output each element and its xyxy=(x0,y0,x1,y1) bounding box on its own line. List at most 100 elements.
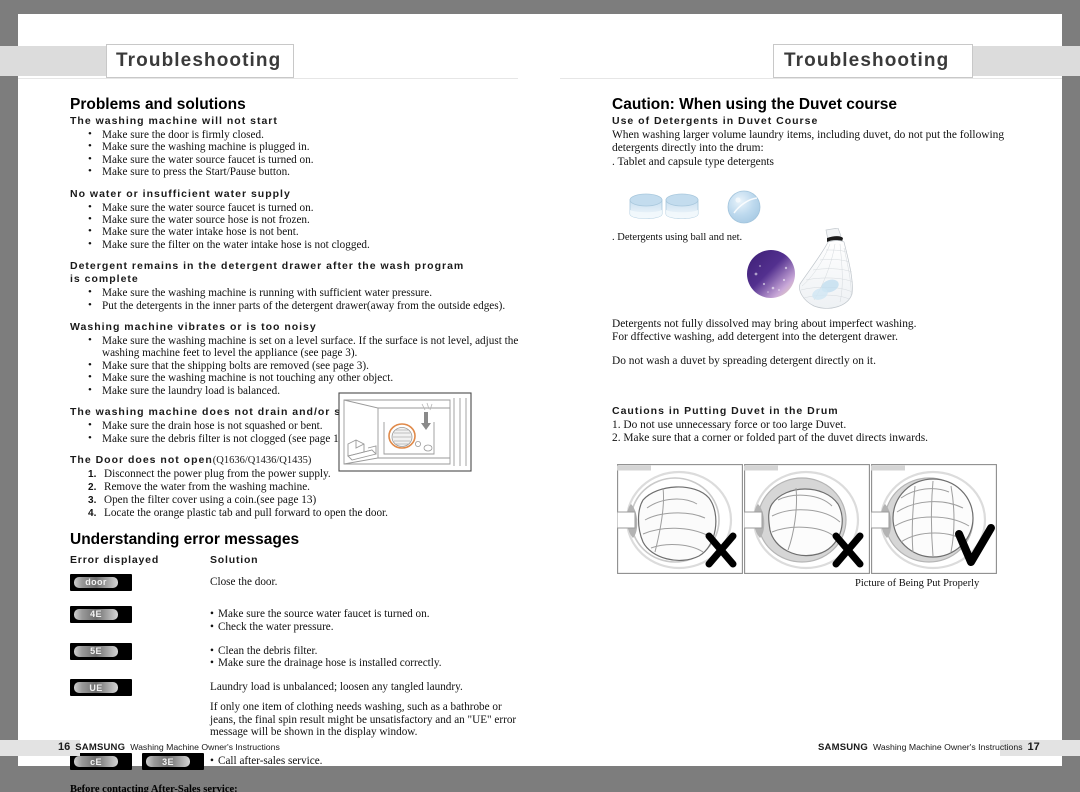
error-code-cell: door xyxy=(70,573,210,596)
solution-line: Close the door. xyxy=(210,575,278,588)
solution-cell: Laundry load is unbalanced; loosen any t… xyxy=(210,679,520,739)
drum-item-1: 1. Do not use unnecessary force or too l… xyxy=(612,419,847,431)
group-list-5: Disconnect the power plug from the power… xyxy=(88,468,520,520)
lcd-text: 3E xyxy=(146,756,190,768)
solution-line: Laundry load is unbalanced; loosen any t… xyxy=(210,681,463,694)
solution-extra: If only one item of clothing needs washi… xyxy=(210,700,517,739)
header-title-right: Troubleshooting xyxy=(773,44,973,78)
list-item: Make sure to press the Start/Pause butto… xyxy=(88,165,520,178)
solution-line: Clean the debris filter. xyxy=(210,645,520,658)
error-section-title: Understanding error messages xyxy=(70,530,300,548)
right-note-2: For dffective washing, add detergent int… xyxy=(612,331,898,344)
group-heading-1: No water or insufficient water supply xyxy=(70,187,291,200)
solution-line: Call after-sales service. xyxy=(210,755,520,768)
footer-text-left: Washing Machine Owner's Instructions xyxy=(130,742,280,752)
group-list-2: Make sure the washing machine is running… xyxy=(88,286,520,312)
error-code-cell: cE 3E xyxy=(70,753,210,771)
page-number-left: 16 xyxy=(58,741,71,753)
list-item: Remove the water from the washing machin… xyxy=(88,480,310,494)
lcd-text: cE xyxy=(74,756,118,768)
group-heading-3: Washing machine vibrates or is too noisy xyxy=(70,321,317,334)
table-row: cE 3E Call after-sales service. xyxy=(70,753,520,771)
list-item: Make sure the water source hose is not f… xyxy=(88,213,520,226)
table-row: 4E Make sure the source water faucet is … xyxy=(70,605,520,634)
duvet-figure-wrong-2 xyxy=(744,464,870,574)
right-note-3: Do not wash a duvet by spreading deterge… xyxy=(612,354,876,367)
error-table-header: Error displayed Solution xyxy=(70,554,520,566)
duvet-figure-wrong-1 xyxy=(617,464,743,574)
list-item: Make sure the water source faucet is tur… xyxy=(88,153,520,166)
drum-heading: Cautions in Putting Duvet in the Drum xyxy=(612,405,839,417)
lcd-badge-3e: 3E xyxy=(142,753,204,771)
lcd-text: 5E xyxy=(74,645,118,657)
duvet-figure-correct xyxy=(871,464,997,574)
group-list-1: Make sure the water source faucet is tur… xyxy=(88,201,520,252)
solution-cell: Close the door. xyxy=(210,574,520,589)
error-code-cell: 4E xyxy=(70,605,210,628)
right-notes: Detergents not fully dissolved may bring… xyxy=(612,318,1032,368)
page-root: Troubleshooting Troubleshooting Problems… xyxy=(0,0,1080,792)
col-header-error: Error displayed xyxy=(70,553,160,566)
lcd-badge-door: door xyxy=(70,573,132,591)
group-list-4: Make sure the drain hose is not squashed… xyxy=(88,419,353,445)
table-row: door Close the door. xyxy=(70,573,520,596)
right-section-title: Caution: When using the Duvet course xyxy=(612,96,898,113)
right-page-content: Caution: When using the Duvet course Use… xyxy=(612,96,1032,169)
lcd-text: door xyxy=(74,576,118,588)
group-heading-0: The washing machine will not start xyxy=(70,115,278,127)
list-item: Make sure the water source faucet is tur… xyxy=(88,201,520,214)
list-item: Make sure the washing machine is not tou… xyxy=(88,371,520,384)
header-title-left: Troubleshooting xyxy=(106,44,294,78)
list-item: Make sure the washing machine is set on … xyxy=(88,334,520,360)
list-item: Make sure the water intake hose is not b… xyxy=(88,225,520,238)
right-item-2: . Detergents using ball and net. xyxy=(612,232,743,243)
list-item: Make sure the washing machine is plugged… xyxy=(88,140,520,153)
page-number-right: 17 xyxy=(1027,741,1040,753)
list-item: Put the detergents in the inner parts of… xyxy=(88,299,520,312)
solution-line: Check the water pressure. xyxy=(210,621,520,634)
drum-item-2: 2. Make sure that a corner or folded par… xyxy=(612,432,928,445)
lcd-text: 4E xyxy=(74,608,118,620)
footer-left: 16 SAMSUNG Washing Machine Owner's Instr… xyxy=(58,741,280,753)
brand-right: SAMSUNG xyxy=(818,742,868,753)
error-code-cell: 5E xyxy=(70,642,210,665)
list-item: Make sure the debris filter is not clogg… xyxy=(88,431,353,445)
header-rule-left xyxy=(18,78,518,79)
list-item: Make sure the filter on the water intake… xyxy=(88,238,520,251)
footer-text-right: Washing Machine Owner's Instructions xyxy=(872,742,1023,752)
table-row: UE Laundry load is unbalanced; loosen an… xyxy=(70,679,520,739)
error-table: Error displayed Solution door Close the … xyxy=(70,554,520,771)
list-item: Locate the orange plastic tab and pull f… xyxy=(88,506,388,520)
left-section-title: Problems and solutions xyxy=(70,96,246,113)
group-list-0: Make sure the door is firmly closed. Mak… xyxy=(88,128,520,179)
list-item: Make sure that the shipping bolts are re… xyxy=(88,359,520,372)
footer-right: SAMSUNG Washing Machine Owner's Instruct… xyxy=(818,741,1040,753)
list-item: Make sure the drain hose is not squashed… xyxy=(88,419,353,432)
solution-line: Make sure the drainage hose is installed… xyxy=(210,657,520,670)
header-rule-right xyxy=(560,78,1062,79)
tablet-detergent-illustration xyxy=(629,190,761,224)
lcd-text: UE xyxy=(74,682,118,694)
right-note-1: Detergents not fully dissolved may bring… xyxy=(612,318,917,330)
lcd-badge-4e: 4E xyxy=(70,605,132,623)
list-item: Open the filter cover using a coin.(see … xyxy=(88,493,317,507)
lcd-badge-ue: UE xyxy=(70,679,132,697)
list-item: Make sure the washing machine is running… xyxy=(88,286,520,299)
drum-cautions: Cautions in Putting Duvet in the Drum 1.… xyxy=(612,405,1032,446)
before-service-title: Before contacting After-Sales service: xyxy=(70,784,238,792)
washing-machine-filter-illustration xyxy=(338,392,472,472)
col-header-solution: Solution xyxy=(210,553,259,566)
error-code-cell: UE xyxy=(70,679,210,701)
solution-cell: Make sure the source water faucet is tur… xyxy=(210,606,520,634)
solution-cell: Clean the debris filter. Make sure the d… xyxy=(210,643,520,671)
figure-caption: Picture of Being Put Properly xyxy=(855,578,980,589)
solution-line: Make sure the source water faucet is tur… xyxy=(210,608,520,621)
solution-cell: Call after-sales service. xyxy=(210,753,520,768)
group-heading-5-text: The Door does not open xyxy=(70,453,213,466)
table-row: 5E Clean the debris filter. Make sure th… xyxy=(70,642,520,671)
group-heading-2: Detergent remains in the detergent drawe… xyxy=(70,260,465,286)
right-intro: When washing larger volume laundry items… xyxy=(612,129,1005,155)
group-list-3: Make sure the washing machine is set on … xyxy=(88,334,520,397)
brand-left: SAMSUNG xyxy=(75,742,126,753)
ball-and-net-illustration xyxy=(747,228,854,309)
